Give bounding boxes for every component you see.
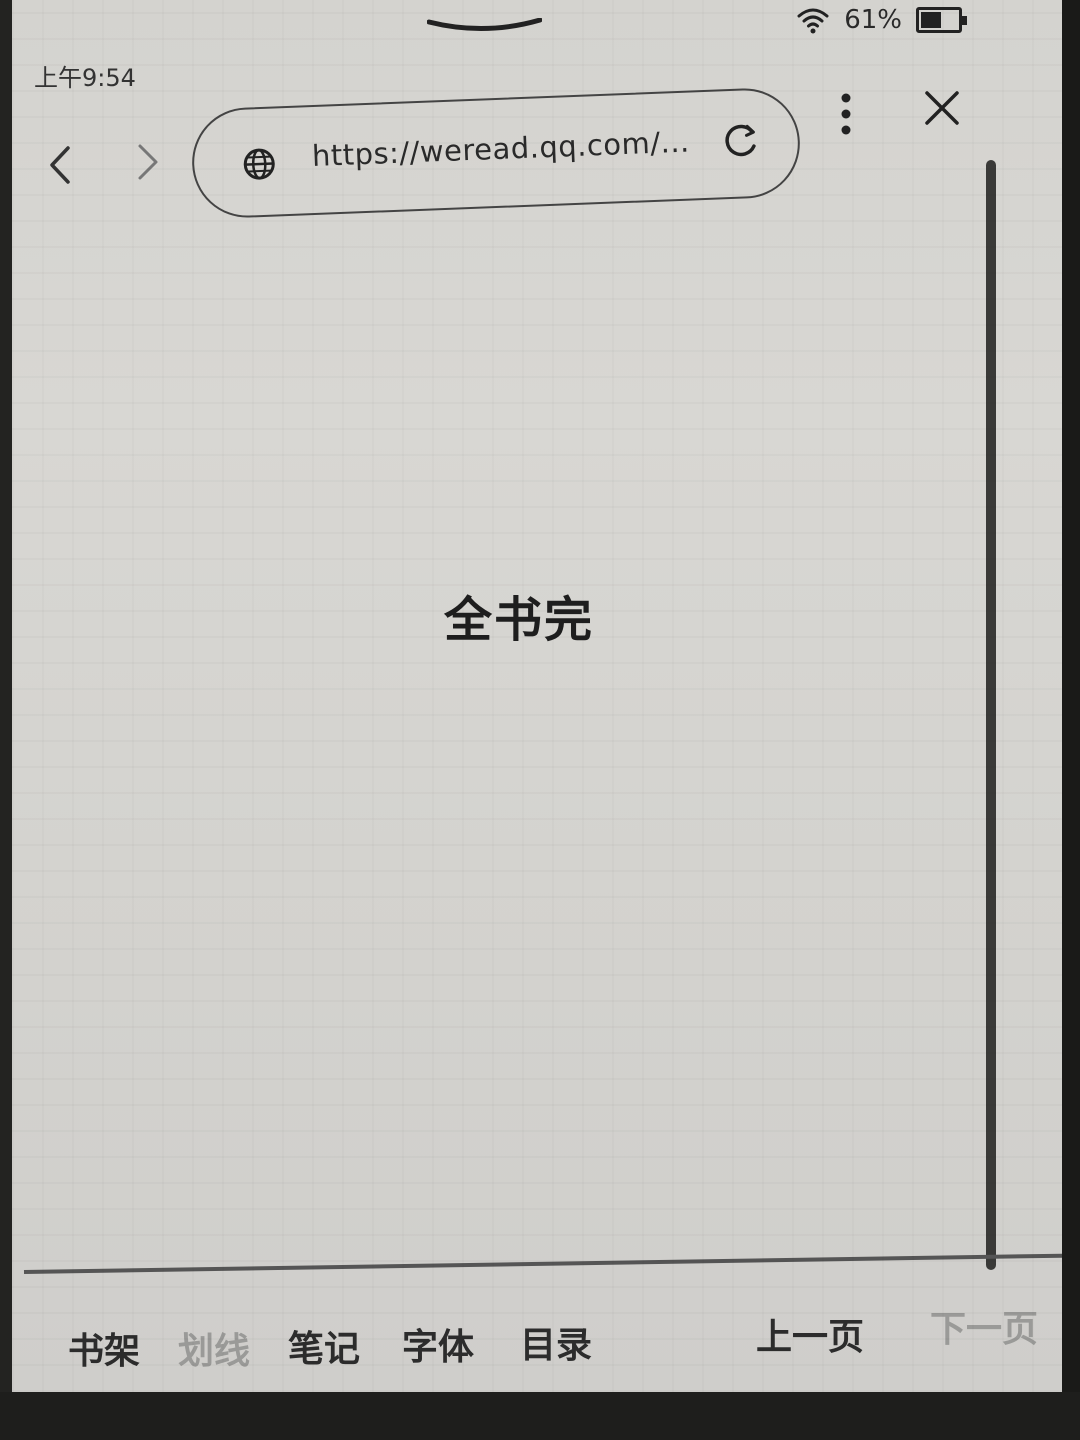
status-bar: 61% xyxy=(796,2,967,38)
reload-icon[interactable] xyxy=(721,120,763,162)
notes-button[interactable]: 笔记 xyxy=(288,1320,360,1372)
toolbar-divider xyxy=(23,1253,1062,1274)
scrollbar[interactable] xyxy=(986,160,996,1270)
book-end-text: 全书完 xyxy=(444,592,595,648)
battery-icon xyxy=(916,7,967,33)
reader-toolbar: 书架 划线 笔记 字体 目录 上一页 下一页 xyxy=(12,1290,1062,1390)
chevron-right-icon[interactable] xyxy=(130,140,166,190)
clock: 上午9:54 xyxy=(34,64,136,92)
more-vertical-icon[interactable] xyxy=(838,92,854,138)
battery-fill xyxy=(921,12,942,28)
close-icon[interactable] xyxy=(922,88,962,128)
device-edge-right xyxy=(1062,0,1080,1440)
next-page-button[interactable]: 下一页 xyxy=(930,1300,1038,1352)
underline-button[interactable]: 划线 xyxy=(178,1322,250,1374)
font-button[interactable]: 字体 xyxy=(402,1318,474,1370)
pull-down-handle-icon[interactable] xyxy=(427,18,542,34)
toc-button[interactable]: 目录 xyxy=(520,1316,592,1368)
globe-icon xyxy=(243,148,275,180)
device-edge-bottom xyxy=(0,1392,1080,1440)
url-text[interactable]: https://weread.qq.com/... xyxy=(311,125,690,173)
chevron-left-icon[interactable] xyxy=(42,140,78,190)
prev-page-button[interactable]: 上一页 xyxy=(756,1308,864,1360)
battery-percent: 61% xyxy=(844,5,902,35)
wifi-icon xyxy=(797,8,829,34)
e-reader-screen: 61% 上午9:54 https://weread.qq.com/... 全书完… xyxy=(12,0,1062,1392)
bookshelf-button[interactable]: 书架 xyxy=(68,1322,140,1374)
url-bar[interactable]: https://weread.qq.com/... xyxy=(190,86,802,220)
